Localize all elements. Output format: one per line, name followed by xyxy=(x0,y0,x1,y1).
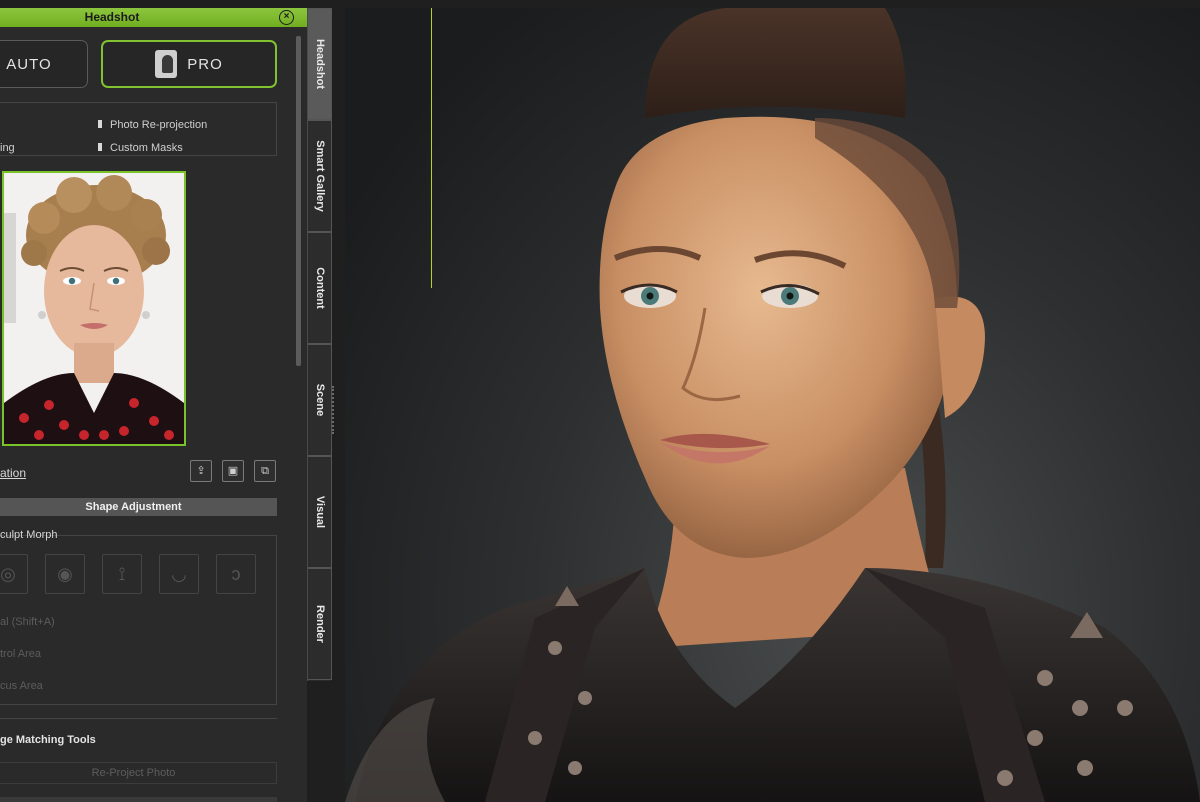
close-icon[interactable]: × xyxy=(279,10,294,25)
app-window: Headshot × AUTO PRO Photo Re-projection … xyxy=(0,0,1200,802)
tab-render[interactable]: Render xyxy=(308,568,332,680)
checkbox-icon xyxy=(98,120,102,128)
control-area-label: trol Area xyxy=(0,648,41,660)
panel-titlebar: Headshot × xyxy=(0,8,307,27)
tab-scene[interactable]: Scene xyxy=(308,344,332,456)
option-photo-reprojection[interactable]: Photo Re-projection xyxy=(98,119,207,131)
auto-mode-button[interactable]: AUTO xyxy=(0,40,88,88)
character-render xyxy=(345,8,1200,802)
tab-content[interactable]: Content xyxy=(308,232,332,344)
sculpt-morph-label: culpt Morph xyxy=(0,529,58,541)
nose-icon[interactable]: ⟟ xyxy=(102,554,142,594)
tab-headshot[interactable]: Headshot xyxy=(308,8,332,120)
3d-viewport[interactable] xyxy=(345,8,1200,802)
guide-line xyxy=(431,8,432,288)
auto-label: AUTO xyxy=(6,55,52,73)
eye-icon[interactable]: ◉ xyxy=(45,554,85,594)
splitter-grip[interactable] xyxy=(332,386,334,434)
tab-visual[interactable]: Visual xyxy=(308,456,332,568)
save-icon[interactable]: ▣ xyxy=(222,460,244,482)
pro-label: PRO xyxy=(187,55,223,73)
bottom-section-bar xyxy=(0,797,277,802)
option-partial[interactable]: ing xyxy=(0,142,15,154)
load-photo-icon[interactable]: ⇪ xyxy=(190,460,212,482)
vertical-tab-bar: Headshot Smart Gallery Content Scene Vis… xyxy=(307,8,332,681)
divider xyxy=(0,718,277,719)
face-icon[interactable]: ◎ xyxy=(0,554,28,594)
ear-icon[interactable]: ↄ xyxy=(216,554,256,594)
source-photo[interactable] xyxy=(2,171,186,446)
export-icon[interactable]: ⧉ xyxy=(254,460,276,482)
lips-icon[interactable]: ◡ xyxy=(159,554,199,594)
checkbox-icon xyxy=(98,143,102,151)
shape-adjustment-header[interactable]: Shape Adjustment xyxy=(0,498,277,516)
headshot-panel: Headshot × AUTO PRO Photo Re-projection … xyxy=(0,8,307,802)
pro-head-icon xyxy=(155,50,178,78)
panel-scrollbar[interactable] xyxy=(296,36,301,366)
portrait-image xyxy=(4,173,184,444)
focus-area-label: cus Area xyxy=(0,680,43,692)
photo-action-link[interactable]: ation xyxy=(0,466,26,480)
pro-mode-button[interactable]: PRO xyxy=(101,40,277,88)
panel-title: Headshot xyxy=(84,10,140,24)
reproject-photo-button[interactable]: Re-Project Photo xyxy=(0,762,277,784)
image-matching-tools-label: ge Matching Tools xyxy=(0,734,96,746)
tab-smart-gallery[interactable]: Smart Gallery xyxy=(308,120,332,232)
global-mode-label: al (Shift+A) xyxy=(0,616,55,628)
option-custom-masks[interactable]: Custom Masks xyxy=(98,142,183,154)
